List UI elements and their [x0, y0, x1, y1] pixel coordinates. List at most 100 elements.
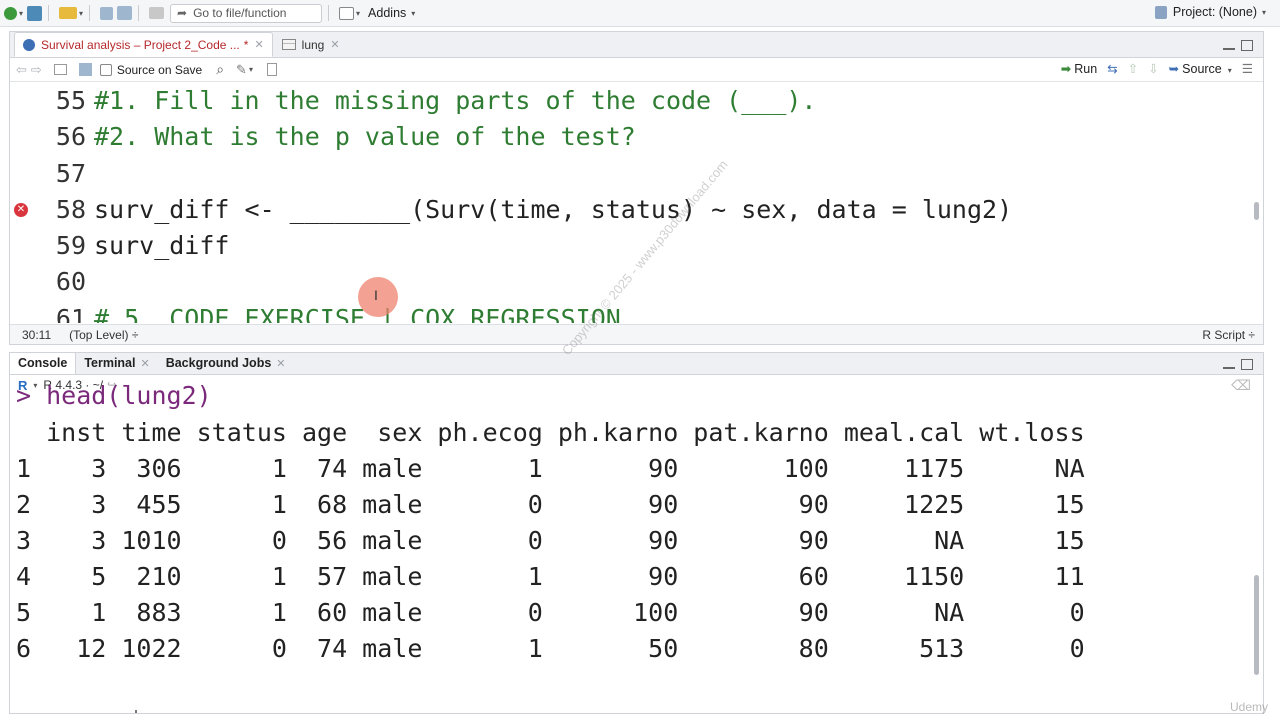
table-row: 6 12 1022 0 74 male 1 50 80 513 0 [16, 634, 1085, 663]
console-output[interactable]: > head(lung2) inst time status age sex p… [10, 381, 1250, 713]
close-icon[interactable]: ✕ [140, 357, 149, 370]
tab-label: Survival analysis – Project 2_Code ... [41, 37, 240, 52]
new-file-button[interactable]: ▾ [4, 2, 23, 24]
up-arrow-icon[interactable]: ⇧ [1128, 61, 1138, 76]
down-arrow-icon[interactable]: ⇩ [1148, 61, 1158, 76]
editor-toolbar: ⇦ ⇨ Source on Save ⌕ ✎ ▾ ➡ Run ⇆ ⇧ ⇩ ➥ Sour… [10, 58, 1263, 82]
line-number: 56 [55, 122, 86, 152]
source-button[interactable]: ➥ Source ▾ [1169, 61, 1232, 76]
save-button[interactable] [100, 2, 114, 24]
code-text: #1. Fill in the missing parts of the cod… [94, 86, 817, 115]
forward-arrow-icon[interactable]: ⇨ [31, 62, 42, 78]
line-number: 57 [55, 158, 86, 188]
maximize-icon[interactable] [1241, 359, 1253, 370]
code-text: surv_diff [94, 231, 230, 261]
cursor-position: 30:11 [22, 327, 52, 342]
close-icon[interactable]: ✕ [330, 38, 339, 51]
goto-placeholder: Go to file/function [193, 6, 287, 20]
arrow-right-icon: ➦ [177, 6, 188, 20]
addins-label: Addins [368, 6, 407, 20]
text-cursor [135, 710, 138, 713]
open-file-button[interactable]: ▾ [59, 2, 83, 24]
tab-survival-analysis[interactable]: Survival analysis – Project 2_Code ... *… [14, 32, 273, 57]
console-prompt: > [106, 709, 121, 713]
new-project-button[interactable] [27, 2, 43, 24]
back-arrow-icon[interactable]: ⇦ [16, 62, 27, 78]
print-button[interactable] [149, 2, 165, 24]
editor-tabs: Survival analysis – Project 2_Code ... *… [10, 32, 1263, 58]
table-row: 5 1 883 1 60 male 0 100 90 NA 0 [16, 598, 1085, 627]
modified-indicator: * [243, 37, 249, 52]
line-number: 55 [55, 86, 86, 115]
rerun-icon[interactable]: ⇆ [1107, 61, 1117, 76]
save-icon[interactable] [78, 63, 92, 76]
plus-icon [4, 6, 17, 20]
editor-scrollbar[interactable] [1254, 202, 1259, 220]
minimize-icon[interactable] [1223, 365, 1235, 369]
line-number: 60 [55, 267, 86, 297]
console-tabs: Console Terminal ✕ Background Jobs ✕ [10, 353, 1263, 375]
run-arrow-icon: ➡ [1060, 62, 1072, 76]
tab-lung[interactable]: lung ✕ [273, 32, 349, 57]
file-type-selector[interactable]: R Script ÷ [1202, 328, 1255, 342]
run-button[interactable]: ➡ Run [1061, 61, 1097, 76]
addins-menu[interactable]: Addins ▾ [364, 2, 415, 24]
table-row: 4 5 210 1 57 male 1 90 60 1150 11 [16, 562, 1085, 591]
close-icon[interactable]: ✕ [254, 38, 263, 51]
folder-icon [59, 7, 78, 19]
save-icon [100, 6, 114, 20]
code-line: 55 #1. Fill in the missing parts of the … [10, 83, 1250, 119]
editor-pane: Survival analysis – Project 2_Code ... *… [9, 31, 1264, 345]
console-scrollbar[interactable] [1254, 575, 1259, 675]
show-in-window-icon[interactable] [53, 64, 67, 75]
code-text: surv_diff <- ________(Surv(time, status)… [94, 194, 1013, 224]
console-pane: Console Terminal ✕ Background Jobs ✕ R ▾ R … [9, 352, 1264, 714]
previous-command: > head(lung2) [16, 381, 212, 410]
ibeam-cursor-icon: I [374, 287, 378, 303]
table-icon [281, 39, 296, 50]
project-icon [1154, 5, 1167, 19]
goto-file-input[interactable]: ➦ Go to file/function [170, 3, 323, 23]
search-icon[interactable]: ⌕ [216, 61, 224, 78]
table-row: 3 3 1010 0 56 male 0 90 90 NA 15 [16, 526, 1085, 555]
mouse-highlight [358, 277, 398, 317]
minimize-icon[interactable] [1223, 46, 1235, 50]
tab-label: lung [301, 37, 325, 52]
code-line: 59 surv_diff [10, 228, 1250, 264]
clear-console-icon[interactable]: ⌫ [1231, 377, 1251, 394]
scope-selector[interactable]: (Top Level) ÷ [69, 328, 138, 342]
source-arrow-icon: ➥ [1168, 62, 1180, 76]
code-line: ✕ 58 surv_diff <- ________(Surv(time, st… [10, 192, 1250, 228]
save-all-icon [117, 6, 133, 20]
table-row: 1 3 306 1 74 male 1 90 100 1175 NA [16, 454, 1085, 483]
compile-report-icon[interactable] [266, 63, 277, 76]
close-icon[interactable]: ✕ [276, 357, 285, 370]
code-line: 56 #2. What is the p value of the test? [10, 119, 1250, 155]
magic-wand-icon[interactable]: ✎ [236, 62, 247, 78]
save-all-button[interactable] [117, 2, 133, 24]
tab-console[interactable]: Console [10, 353, 77, 374]
line-number: 61 [55, 303, 86, 323]
console-prompt-line[interactable]: > [16, 670, 138, 713]
tab-background-jobs[interactable]: Background Jobs ✕ [158, 353, 294, 374]
editor-statusbar: 30:11 (Top Level) ÷ R Script ÷ [10, 324, 1263, 344]
grid-icon [339, 6, 355, 20]
code-editor[interactable]: 55 #1. Fill in the missing parts of the … [10, 83, 1250, 323]
project-label: Project: (None) [1172, 5, 1257, 19]
error-icon[interactable]: ✕ [14, 202, 28, 217]
tab-terminal[interactable]: Terminal ✕ [76, 353, 157, 374]
line-number: 59 [55, 231, 86, 261]
layout-button[interactable]: ▾ [339, 2, 360, 24]
outline-icon[interactable]: ☰ [1242, 61, 1253, 76]
source-on-save-checkbox[interactable] [99, 63, 112, 76]
main-toolbar: ▾ ▾ ➦ Go to file/function ▾ Addins ▾ Proj… [0, 0, 1280, 27]
brand-logo: Udemy [1229, 700, 1268, 714]
table-row: 2 3 455 1 68 male 0 90 90 1225 15 [16, 490, 1085, 519]
maximize-icon[interactable] [1241, 40, 1253, 51]
project-menu[interactable]: Project: (None) ▾ [1154, 5, 1266, 19]
source-on-save-label: Source on Save [116, 62, 203, 77]
project-icon [27, 5, 43, 21]
table-header: inst time status age sex ph.ecog ph.karn… [16, 418, 1085, 447]
r-file-icon [23, 38, 35, 51]
